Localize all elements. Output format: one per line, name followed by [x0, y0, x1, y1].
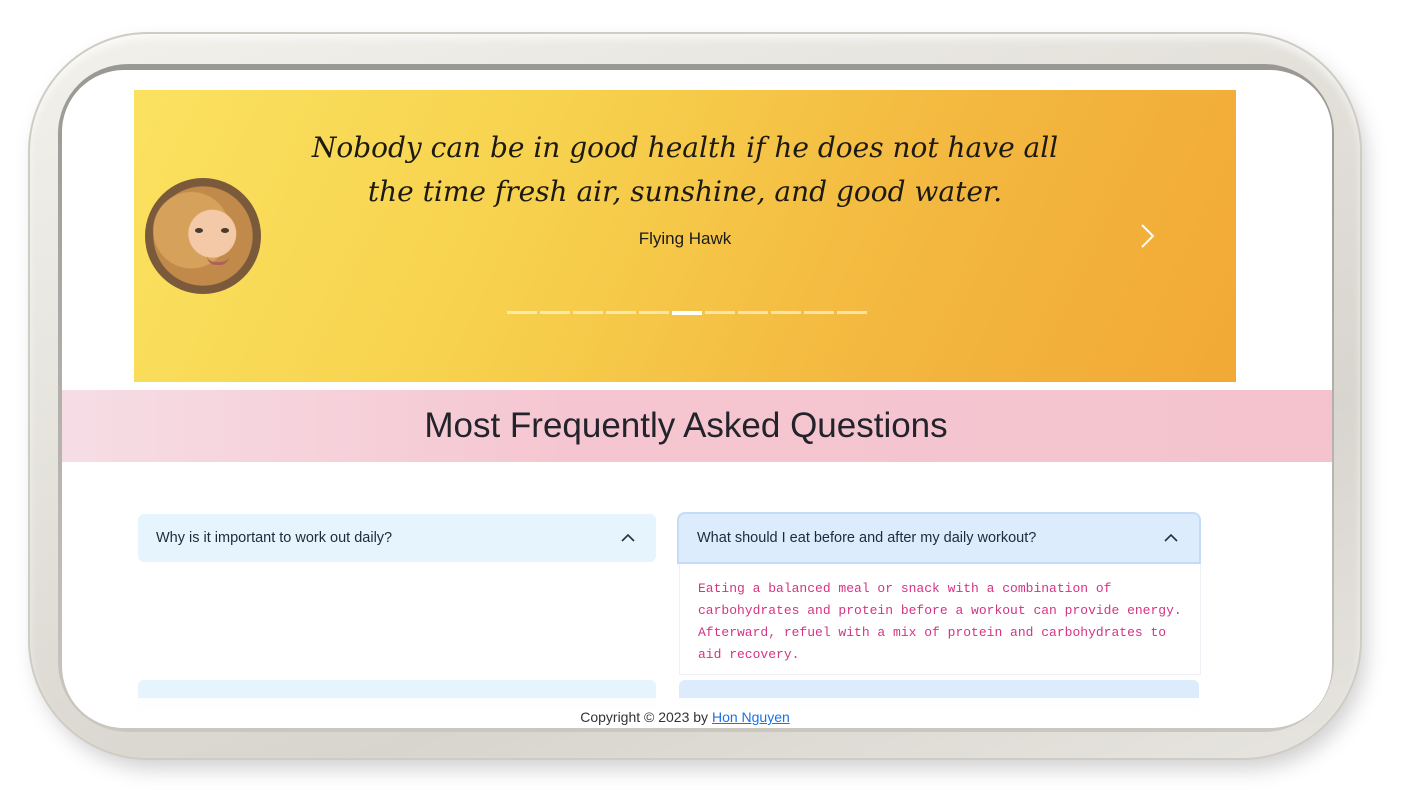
- faq-answer: Eating a balanced meal or snack with a c…: [698, 581, 1182, 662]
- author-avatar: [145, 178, 261, 294]
- carousel-indicator[interactable]: [672, 311, 702, 315]
- faq-item-eat-before-after[interactable]: What should I eat before and after my da…: [679, 514, 1199, 562]
- faq-question: Why is it important to work out daily?: [156, 530, 393, 546]
- quote-author: Flying Hawk: [638, 229, 732, 248]
- carousel-indicator[interactable]: [837, 311, 867, 314]
- device-screen: Nobody can be in good health if he does …: [62, 70, 1332, 728]
- chevron-right-icon[interactable]: [1133, 222, 1161, 250]
- carousel-indicator[interactable]: [573, 311, 603, 314]
- carousel-indicator[interactable]: [771, 311, 801, 314]
- faq-title: Most Frequently Asked Questions: [424, 406, 948, 445]
- footer-copyright: Copyright © 2023 by Hon Nguyen: [62, 709, 1332, 725]
- faq-item-workout-importance[interactable]: Why is it important to work out daily?: [138, 514, 656, 562]
- quote-text: Nobody can be in good health if he does …: [311, 131, 1059, 208]
- carousel-indicators: [507, 311, 867, 315]
- copyright-text: Copyright © 2023 by: [580, 709, 712, 725]
- chevron-up-icon: [621, 533, 635, 542]
- faq-question: What should I eat before and after my da…: [697, 530, 1037, 546]
- author-link[interactable]: Hon Nguyen: [712, 709, 790, 725]
- carousel-indicator[interactable]: [507, 311, 537, 314]
- carousel-indicator[interactable]: [705, 311, 735, 314]
- carousel-indicator[interactable]: [606, 311, 636, 314]
- chevron-up-icon: [1164, 533, 1178, 542]
- carousel-indicator[interactable]: [540, 311, 570, 314]
- carousel-indicator[interactable]: [804, 311, 834, 314]
- carousel-indicator[interactable]: [738, 311, 768, 314]
- carousel-indicator[interactable]: [639, 311, 669, 314]
